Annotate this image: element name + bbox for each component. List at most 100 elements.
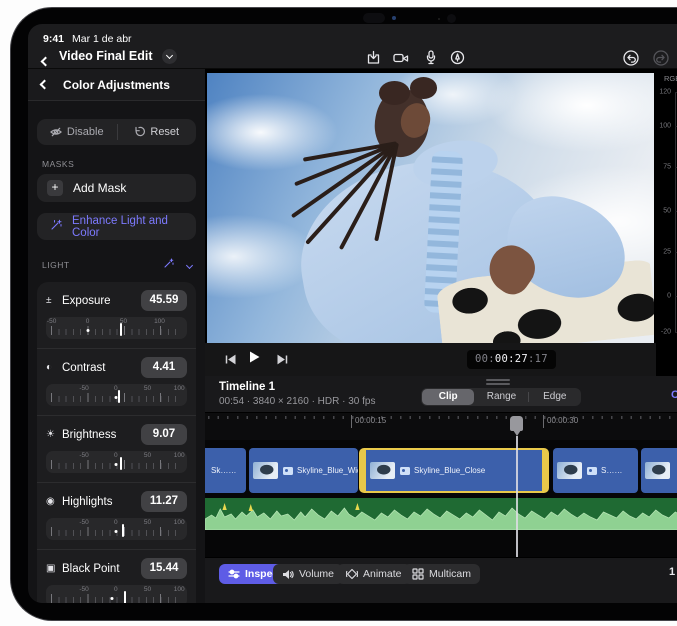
stage: 00:00:27:17 RGB Overlay 120 100 75 50 25…	[205, 69, 677, 603]
multicam-button[interactable]: Multicam	[403, 564, 480, 584]
exposure-icon: ±	[46, 295, 62, 306]
disable-button[interactable]: Disable	[37, 119, 117, 145]
timeline-header: Timeline 1 00:54 · 3840 × 2160 · HDR · 3…	[205, 376, 677, 412]
camera-sensor-dot	[392, 16, 396, 20]
exposure-value[interactable]: 45.59	[141, 290, 187, 311]
slider-row-brightness: ☀ Brightness 9.07 -50 0 50 100	[37, 415, 196, 482]
import-icon	[366, 50, 381, 65]
highlights-slider[interactable]: -50 0 50 100	[46, 518, 187, 540]
mode-range[interactable]: Range	[475, 389, 527, 405]
chevron-down-icon	[166, 52, 173, 59]
enhance-button[interactable]: Enhance Light and Color	[37, 213, 196, 240]
inspect-sliders-icon	[228, 569, 240, 579]
media-icon	[400, 467, 410, 475]
screen: 9:41 Mar 1 de abr Video Final Edit	[28, 24, 677, 603]
chevron-left-icon	[41, 57, 51, 67]
clip-skyline-blue-close-selected[interactable]: Skyline_Blue_Close	[359, 448, 549, 493]
scope-title: RGB Overlay	[664, 74, 677, 83]
cropped-right-button[interactable]: C	[671, 389, 677, 401]
grid-icon	[412, 568, 424, 580]
record-video-button[interactable]	[392, 49, 410, 66]
audio-track[interactable]	[205, 498, 677, 530]
black-point-value[interactable]: 15.44	[141, 558, 187, 579]
ruler-label: 00:00:30	[547, 416, 578, 425]
color-adjustments-panel: Color Adjustments Disable Reset MASKS + …	[28, 69, 205, 603]
volume-button[interactable]: Volume	[273, 564, 343, 584]
project-title[interactable]: Video Final Edit	[59, 49, 153, 63]
slider-row-black-point: ▣ Black Point 15.44 -50 0 50 100	[37, 549, 196, 603]
media-icon	[283, 467, 293, 475]
animate-button[interactable]: Animate	[337, 564, 411, 584]
brightness-value[interactable]: 9.07	[141, 424, 187, 445]
panel-title: Color Adjustments	[63, 78, 170, 92]
drag-handle[interactable]	[486, 379, 510, 381]
cropped-right-text: 1	[669, 566, 675, 578]
edit-mode-segmented-control: Clip Range Edge	[421, 388, 581, 406]
clip-s-truncated[interactable]: S……	[553, 448, 638, 493]
contrast-value[interactable]: 4.41	[141, 357, 187, 378]
speaker-icon	[282, 569, 294, 580]
panel-back-button[interactable]	[40, 80, 50, 90]
light-label: LIGHT	[42, 260, 163, 270]
black-point-slider[interactable]: -50 0 50 100	[46, 585, 187, 603]
ipad-device: 9:41 Mar 1 de abr Video Final Edit	[10, 7, 677, 621]
camera-icon	[393, 51, 409, 65]
transport-bar: 00:00:27:17	[205, 343, 656, 376]
keyframe-diamond-icon	[346, 568, 358, 580]
redo-icon	[653, 50, 669, 66]
pencil-tool-button[interactable]	[448, 49, 466, 66]
panel-header: Color Adjustments	[28, 69, 205, 101]
front-camera	[363, 13, 385, 23]
highlights-icon: ◉	[46, 496, 62, 507]
timecode-display[interactable]: 00:00:27:17	[467, 350, 556, 369]
skip-to-start-button[interactable]	[225, 352, 236, 370]
play-icon	[247, 350, 261, 364]
brightness-slider[interactable]: -50 0 50 100	[46, 451, 187, 473]
collapse-section-button[interactable]	[186, 261, 193, 268]
timeline-section: Timeline 1 00:54 · 3840 × 2160 · HDR · 3…	[205, 376, 677, 603]
clip-thumbnail	[557, 462, 582, 479]
undo-button[interactable]	[622, 49, 640, 66]
redo-button[interactable]	[652, 49, 670, 66]
clip-skyline-partial[interactable]: Sk……	[205, 448, 246, 493]
mode-clip[interactable]: Clip	[422, 389, 474, 405]
skip-end-icon	[277, 354, 288, 365]
clip-skyline-blue-wide[interactable]: Skyline_Blue_Wide	[249, 448, 358, 493]
rgb-overlay-scope: RGB Overlay 120 100 75 50 25 0 -20	[656, 69, 677, 376]
camera-sensor-dot	[438, 18, 440, 20]
plus-icon: +	[47, 180, 63, 196]
clip-partial-right[interactable]	[641, 448, 677, 493]
play-button[interactable]	[247, 350, 261, 369]
skip-to-end-button[interactable]	[277, 352, 288, 370]
light-sliders-card: ± Exposure 45.59 -50 0 50 100	[37, 282, 196, 603]
video-preview	[207, 73, 654, 343]
playhead-line	[516, 436, 518, 559]
contrast-slider[interactable]: -50 0 50 100	[46, 384, 187, 406]
disable-reset-group: Disable Reset	[37, 119, 196, 145]
timeline-ruler[interactable]: 00:00:15 00:00:30	[205, 412, 677, 440]
light-section-header: LIGHT	[42, 256, 192, 274]
reset-button[interactable]: Reset	[117, 119, 197, 145]
clock: 9:41	[43, 33, 64, 45]
timeline-title: Timeline 1	[219, 381, 275, 393]
highlights-value[interactable]: 11.27	[141, 491, 187, 512]
back-button[interactable]	[42, 52, 49, 70]
slider-row-highlights: ◉ Highlights 11.27 -50 0 50 100	[37, 482, 196, 549]
exposure-slider[interactable]: -50 0 50 100	[46, 317, 187, 339]
voiceover-button[interactable]	[422, 49, 440, 66]
contrast-icon: ◐	[46, 362, 62, 373]
black-point-icon: ▣	[46, 563, 62, 574]
clip-thumbnail	[645, 462, 670, 479]
auto-enhance-icon[interactable]	[163, 256, 175, 274]
microphone-icon	[424, 50, 438, 65]
add-mask-button[interactable]: + Add Mask	[37, 174, 196, 202]
project-menu-button[interactable]	[162, 49, 177, 64]
playhead-handle[interactable]	[510, 416, 523, 431]
app-toolbar: Video Final Edit	[28, 46, 677, 69]
magic-wand-icon	[50, 218, 63, 236]
mode-edge[interactable]: Edge	[529, 389, 581, 405]
import-button[interactable]	[364, 49, 382, 66]
brightness-icon: ☀	[46, 429, 62, 440]
slider-row-contrast: ◐ Contrast 4.41 -50 0 50 100	[37, 348, 196, 415]
media-icon	[587, 467, 597, 475]
